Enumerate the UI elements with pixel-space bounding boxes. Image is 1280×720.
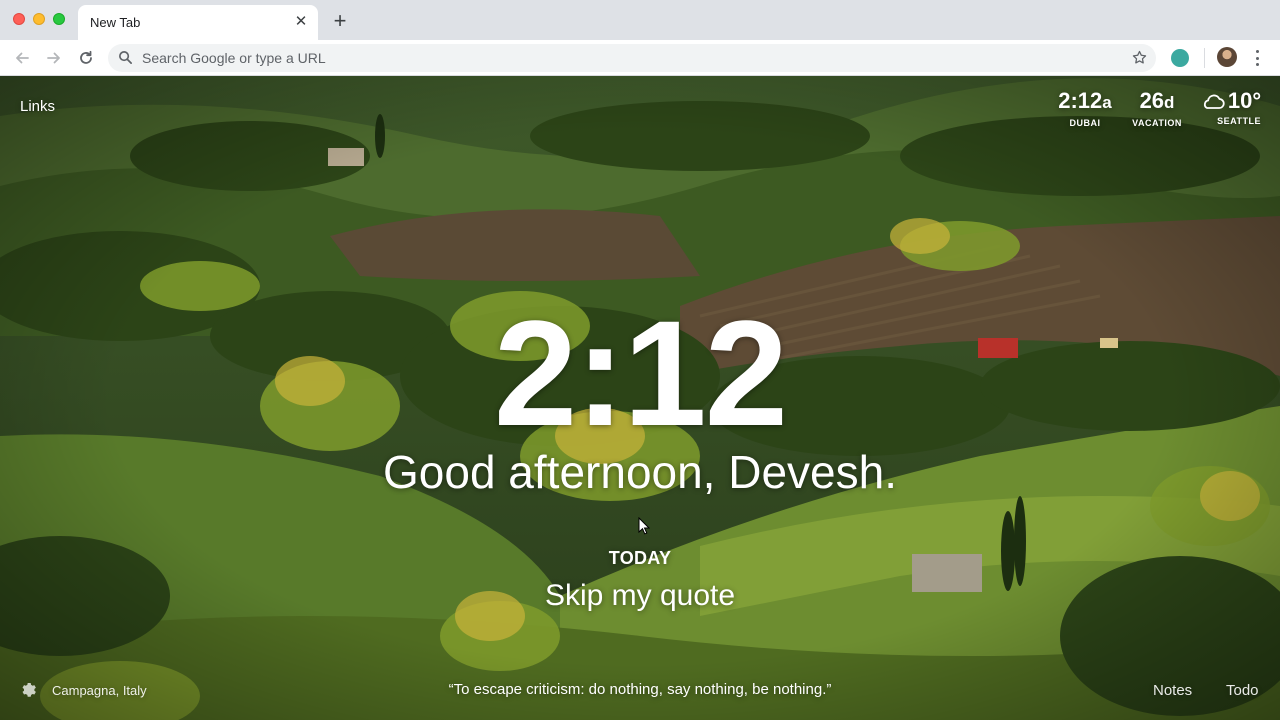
omnibox-input[interactable]: [142, 44, 1102, 72]
mouse-cursor-icon: [638, 517, 650, 535]
notes-button[interactable]: Notes: [1153, 682, 1192, 699]
countdown-widget[interactable]: 26d VACATION: [1128, 88, 1186, 128]
tab-title: New Tab: [90, 15, 141, 30]
weather-widget[interactable]: 10° SEATTLE: [1197, 88, 1265, 126]
world-clock-widget[interactable]: 2:12a DUBAI: [1055, 88, 1115, 128]
weather-location: SEATTLE: [1217, 116, 1261, 126]
back-button[interactable]: [9, 45, 35, 71]
weather-temperature: 10°: [1227, 88, 1262, 113]
cloud-icon: [1203, 94, 1225, 109]
reload-icon: [80, 50, 92, 64]
world-clock-label: DUBAI: [1069, 118, 1101, 128]
window-close-button[interactable]: [13, 13, 25, 25]
window-maximize-button[interactable]: [53, 13, 65, 25]
arrow-right-icon: [47, 52, 60, 64]
tab-close-icon[interactable]: ✕: [292, 13, 310, 31]
search-icon: [119, 51, 132, 64]
world-clock-time: 2:12: [1058, 88, 1103, 113]
browser-menu-icon[interactable]: [1252, 48, 1262, 68]
profile-avatar[interactable]: [1217, 47, 1237, 67]
greeting: Good afternoon, Devesh.: [383, 446, 897, 498]
focus-heading: TODAY: [608, 548, 672, 568]
arrow-left-icon: [16, 52, 29, 64]
countdown-suffix: d: [1164, 93, 1175, 112]
main-clock[interactable]: 2:12: [0, 298, 1280, 448]
toolbar-divider: [1204, 48, 1205, 68]
extension-icon[interactable]: [1171, 49, 1189, 67]
daily-quote[interactable]: “To escape criticism: do nothing, say no…: [0, 681, 1280, 698]
tab-strip: New Tab ✕ +: [0, 0, 1280, 40]
new-tab-button[interactable]: +: [328, 9, 352, 33]
world-clock-suffix: a: [1102, 93, 1112, 112]
reload-button[interactable]: [73, 45, 99, 71]
links-button[interactable]: Links: [20, 98, 55, 115]
todo-button[interactable]: Todo: [1226, 682, 1259, 699]
bookmark-star-icon[interactable]: [1131, 49, 1148, 66]
countdown-label: VACATION: [1132, 118, 1182, 128]
countdown-value: 26: [1139, 88, 1165, 113]
window-minimize-button[interactable]: [33, 13, 45, 25]
browser-toolbar: [0, 40, 1280, 76]
address-bar[interactable]: [108, 44, 1156, 72]
tab-new-tab[interactable]: New Tab ✕: [78, 5, 318, 40]
forward-button[interactable]: [41, 45, 67, 71]
focus-text[interactable]: Skip my quote: [0, 578, 1280, 614]
